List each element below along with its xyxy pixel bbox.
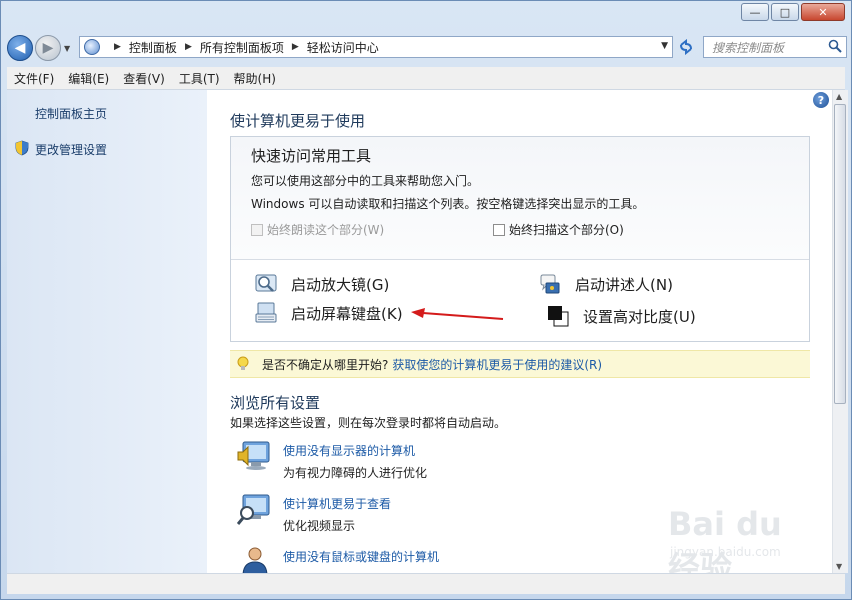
set-high-contrast-link[interactable]: 设置高对比度(U) (547, 305, 696, 327)
monitor-speaker-icon (237, 441, 270, 470)
set-high-contrast-label: 设置高对比度(U) (583, 307, 696, 326)
checkbox-box (251, 223, 263, 236)
setting-easier-to-see-title[interactable]: 使计算机更易于查看 (283, 495, 391, 512)
refresh-icon (680, 39, 692, 55)
always-scan-label: 始终扫描这个部分(O) (509, 223, 624, 237)
quick-access-title: 快速访问常用工具 (251, 147, 372, 165)
watermark-url: jingyan.baidu.com (670, 545, 781, 559)
minimize-button[interactable]: — (741, 3, 769, 21)
browse-settings-title: 浏览所有设置 (230, 394, 321, 412)
menu-view[interactable]: 查看(V) (116, 70, 172, 87)
get-recommendations-link[interactable]: 获取使您的计算机更易于使用的建议(R) (392, 356, 602, 373)
setting-without-mouse-keyboard-title[interactable]: 使用没有鼠标或键盘的计算机 (283, 548, 439, 565)
always-read-checkbox[interactable]: 始终朗读这个部分(W) (251, 221, 384, 238)
browse-settings-description: 如果选择这些设置，则在每次登录时都将自动启动。 (230, 416, 507, 430)
page-title: 使计算机更易于使用 (230, 112, 366, 130)
always-scan-checkbox[interactable]: 始终扫描这个部分(O) (493, 221, 624, 238)
narrator-icon (540, 274, 560, 294)
tip-bar: 是否不确定从哪里开始? 获取使您的计算机更易于使用的建议(R) (230, 350, 810, 378)
tip-text: 是否不确定从哪里开始? (262, 357, 389, 372)
start-narrator-link[interactable]: 启动讲述人(N) (539, 273, 673, 295)
lightbulb-icon (237, 356, 249, 370)
recent-pages-dropdown[interactable]: ▼ (64, 44, 70, 53)
monitor-magnifier-icon (237, 494, 270, 525)
always-read-label: 始终朗读这个部分(W) (267, 223, 385, 237)
annotation-arrow (411, 308, 504, 320)
sidebar-item-control-panel-home[interactable]: 控制面板主页 (35, 105, 107, 122)
menu-file[interactable]: 文件(F) (7, 70, 61, 87)
back-button[interactable]: ◀ (7, 35, 33, 61)
vertical-scrollbar[interactable]: ▲ ▼ (832, 90, 848, 573)
menu-help[interactable]: 帮助(H) (227, 70, 283, 87)
breadcrumb-arrow-icon[interactable]: ▶ (185, 42, 192, 52)
keyboard-icon (255, 302, 277, 323)
search-placeholder: 搜索控制面板 (712, 40, 785, 55)
caption-buttons: — □ ✕ (739, 3, 845, 21)
watermark-text: Bai du 经验 (668, 505, 782, 573)
start-magnifier-link[interactable]: 启动放大镜(G) (255, 273, 389, 295)
sidebar: 控制面板主页 更改管理设置 (7, 90, 207, 573)
address-dropdown-icon[interactable]: ▼ (661, 41, 668, 51)
setting-easier-to-see-desc: 优化视频显示 (283, 519, 356, 533)
control-panel-icon (84, 39, 100, 55)
forward-button[interactable]: ▶ (35, 35, 61, 61)
main-content: ? 使计算机更易于使用 快速访问常用工具 您可以使用这部分中的工具来帮助您入门。… (207, 90, 832, 573)
menu-bar: 文件(F) 编辑(E) 查看(V) 工具(T) 帮助(H) (7, 67, 845, 90)
close-button[interactable]: ✕ (801, 3, 845, 21)
menu-edit[interactable]: 编辑(E) (61, 70, 116, 87)
search-icon[interactable] (828, 39, 842, 53)
search-input[interactable]: 搜索控制面板 (703, 36, 847, 58)
start-narrator-label: 启动讲述人(N) (575, 275, 673, 294)
breadcrumb-arrow-icon[interactable]: ▶ (114, 42, 121, 52)
menu-tools[interactable]: 工具(T) (172, 70, 227, 87)
explorer-window: — □ ✕ ◀ ▶ ▼ ▶ 控制面板 ▶ 所有控制面板项 ▶ 轻松访问中心 ▼ … (0, 0, 852, 600)
maximize-button[interactable]: □ (771, 3, 799, 21)
quick-access-header: 快速访问常用工具 您可以使用这部分中的工具来帮助您入门。 Windows 可以自… (231, 137, 809, 260)
uac-shield-icon (15, 140, 29, 156)
address-bar[interactable]: ▶ 控制面板 ▶ 所有控制面板项 ▶ 轻松访问中心 ▼ (79, 36, 673, 58)
help-icon[interactable]: ? (813, 92, 829, 108)
refresh-button[interactable] (675, 36, 697, 58)
scroll-down-icon[interactable]: ▼ (836, 562, 842, 571)
breadcrumb-arrow-icon[interactable]: ▶ (292, 42, 299, 52)
breadcrumb-all-items[interactable]: 所有控制面板项 (200, 39, 284, 56)
status-bar (7, 573, 845, 594)
watermark: Bai du 经验 jingyan.baidu.com (658, 505, 808, 573)
person-icon (242, 547, 268, 573)
scroll-up-icon[interactable]: ▲ (836, 92, 842, 101)
quick-access-panel: 快速访问常用工具 您可以使用这部分中的工具来帮助您入门。 Windows 可以自… (230, 136, 810, 342)
start-onscreen-keyboard-link[interactable]: 启动屏幕键盘(K) (255, 302, 403, 324)
setting-without-display-title[interactable]: 使用没有显示器的计算机 (283, 442, 415, 459)
sidebar-item-change-admin-settings[interactable]: 更改管理设置 (35, 141, 107, 158)
quick-access-description: 您可以使用这部分中的工具来帮助您入门。 (251, 174, 480, 188)
start-magnifier-label: 启动放大镜(G) (291, 275, 390, 294)
scrollbar-thumb[interactable] (834, 104, 846, 404)
quick-access-instructions: Windows 可以自动读取和扫描这个列表。按空格键选择突出显示的工具。 (251, 197, 645, 211)
setting-without-display-desc: 为有视力障碍的人进行优化 (283, 466, 428, 480)
magnifier-icon (255, 274, 277, 292)
high-contrast-icon (548, 306, 569, 327)
navigation-bar: ◀ ▶ ▼ ▶ 控制面板 ▶ 所有控制面板项 ▶ 轻松访问中心 ▼ 搜索控制面板 (7, 33, 847, 63)
start-onscreen-keyboard-label: 启动屏幕键盘(K) (291, 304, 403, 323)
breadcrumb-ease-of-access[interactable]: 轻松访问中心 (307, 39, 379, 56)
breadcrumb-control-panel[interactable]: 控制面板 (129, 39, 177, 56)
checkbox-box (493, 223, 505, 236)
